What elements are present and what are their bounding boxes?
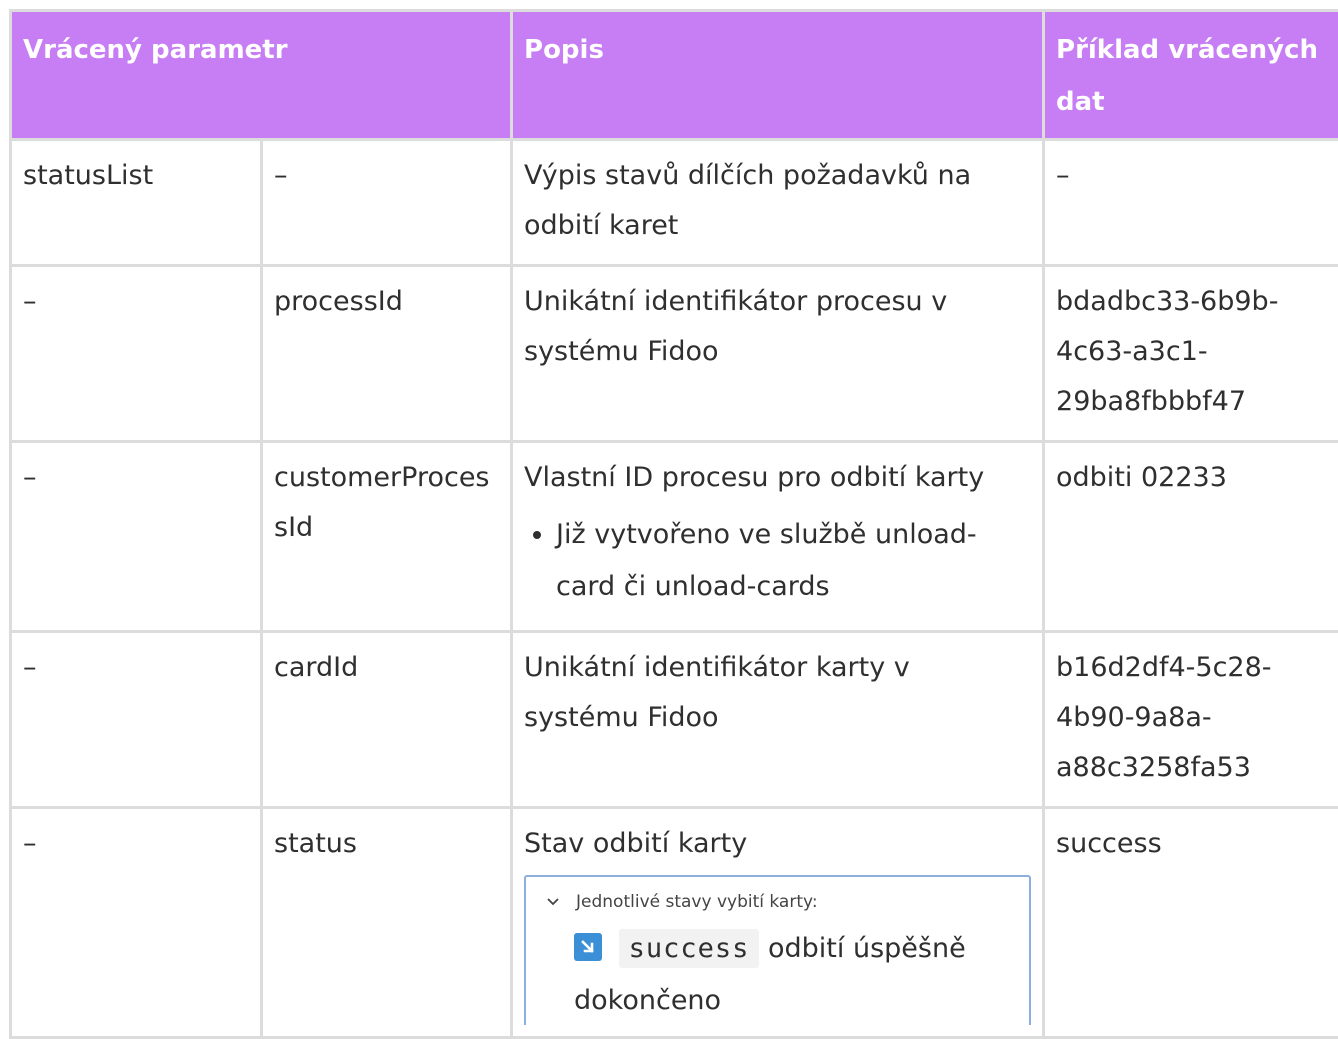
table-row: – status Stav odbití karty Jednotlivé st… [11, 808, 1338, 1038]
expander-content: success odbití úspěšně dokončeno [544, 923, 1013, 1027]
table-row: statusList – Výpis stavů dílčích požadav… [11, 140, 1338, 266]
cell-param: – [11, 266, 262, 442]
status-code: success [619, 929, 760, 968]
table-row: – cardId Unikátní identifikátor karty v … [11, 632, 1338, 808]
cell-description: Výpis stavů dílčích požadavků na odbití … [512, 140, 1044, 266]
parameters-table-wrapper: Vrácený parametr Popis Příklad vrácených… [9, 9, 1338, 1039]
cell-description: Unikátní identifikátor karty v systému F… [512, 632, 1044, 808]
cell-param: – [11, 442, 262, 632]
description-text: Stav odbití karty [524, 819, 1031, 869]
cell-example: bdadbc33-6b9b-4c63-a3c1-29ba8fbbbf47 [1044, 266, 1338, 442]
cell-description: Vlastní ID procesu pro odbití karty Již … [512, 442, 1044, 632]
cell-subparam: processId [262, 266, 512, 442]
header-description: Popis [512, 11, 1044, 140]
cell-subparam: status [262, 808, 512, 1038]
return-parameters-table: Vrácený parametr Popis Příklad vrácených… [9, 9, 1338, 1039]
table-row: – customerProcessId Vlastní ID procesu p… [11, 442, 1338, 632]
cell-description: Unikátní identifikátor procesu v systému… [512, 266, 1044, 442]
description-text: Vlastní ID procesu pro odbití karty [524, 453, 1031, 503]
cell-subparam: customerProcessId [262, 442, 512, 632]
status-expander: Jednotlivé stavy vybití karty: success o… [524, 875, 1031, 1025]
header-example-data: Příklad vrácených dat [1044, 11, 1338, 140]
cell-param: statusList [11, 140, 262, 266]
expander-toggle[interactable]: Jednotlivé stavy vybití karty: [544, 889, 1013, 915]
description-bullet-list: Již vytvořeno ve službě unload-card či u… [524, 509, 1031, 613]
cell-example: – [1044, 140, 1338, 266]
cell-subparam: cardId [262, 632, 512, 808]
arrow-down-right-icon [574, 933, 602, 961]
cell-subparam: – [262, 140, 512, 266]
cell-example: b16d2df4-5c28-4b90-9a8a-a88c3258fa53 [1044, 632, 1338, 808]
expander-title: Jednotlivé stavy vybití karty: [576, 889, 818, 915]
cell-param: – [11, 808, 262, 1038]
cell-description: Stav odbití karty Jednotlivé stavy vybit… [512, 808, 1044, 1038]
cell-example: odbiti 02233 [1044, 442, 1338, 632]
cell-param: – [11, 632, 262, 808]
table-row: – processId Unikátní identifikátor proce… [11, 266, 1338, 442]
header-returned-parameter: Vrácený parametr [11, 11, 512, 140]
cell-example: success [1044, 808, 1338, 1038]
table-header-row: Vrácený parametr Popis Příklad vrácených… [11, 11, 1338, 140]
list-item: Již vytvořeno ve službě unload-card či u… [556, 509, 1031, 613]
chevron-down-icon [544, 891, 566, 913]
